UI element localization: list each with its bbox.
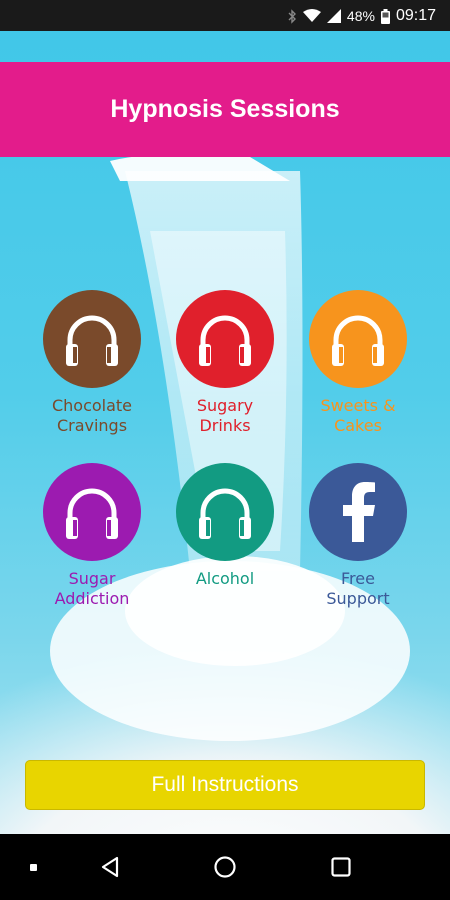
battery-icon xyxy=(380,8,390,24)
session-sugar-addiction[interactable]: Sugar Addiction xyxy=(27,463,157,609)
session-label: Sugary Drinks xyxy=(196,396,254,435)
wifi-icon xyxy=(302,9,321,22)
session-circle[interactable] xyxy=(43,463,141,561)
back-icon[interactable] xyxy=(95,834,125,900)
session-alcohol[interactable]: Alcohol xyxy=(160,463,290,589)
signal-icon xyxy=(326,9,341,23)
battery-percent: 48% xyxy=(346,8,375,24)
session-label: Sweets & Cakes xyxy=(320,396,396,435)
session-sugary-drinks[interactable]: Sugary Drinks xyxy=(160,290,290,436)
session-label: Alcohol xyxy=(195,569,255,588)
session-chocolate-cravings[interactable]: Chocolate Cravings xyxy=(27,290,157,436)
session-sweets-cakes[interactable]: Sweets & Cakes xyxy=(293,290,423,436)
header-banner: Hypnosis Sessions xyxy=(0,62,450,157)
overview-icon[interactable] xyxy=(326,834,356,900)
clock: 09:17 xyxy=(395,7,436,24)
headphones-icon xyxy=(66,488,118,539)
facebook-icon xyxy=(343,482,375,542)
bluetooth-icon xyxy=(288,8,296,24)
session-circle[interactable] xyxy=(309,463,407,561)
headphones-icon xyxy=(332,315,384,366)
session-circle[interactable] xyxy=(176,463,274,561)
session-free-support[interactable]: Free Support xyxy=(293,463,423,609)
session-circle[interactable] xyxy=(176,290,274,388)
session-label: Chocolate Cravings xyxy=(51,396,133,435)
recent-dot-icon[interactable] xyxy=(18,834,48,900)
headphones-icon xyxy=(199,315,251,366)
session-label: Sugar Addiction xyxy=(54,569,130,608)
system-nav-bar xyxy=(0,834,450,900)
status-bar: 48% 09:17 xyxy=(0,0,450,31)
headphones-icon xyxy=(66,315,118,366)
session-circle[interactable] xyxy=(309,290,407,388)
home-icon[interactable] xyxy=(210,834,240,900)
headphones-icon xyxy=(199,488,251,539)
full-instructions-button[interactable]: Full Instructions xyxy=(25,760,425,810)
session-circle[interactable] xyxy=(43,290,141,388)
page-title: Hypnosis Sessions xyxy=(110,95,340,123)
session-label: Free Support xyxy=(326,569,390,608)
